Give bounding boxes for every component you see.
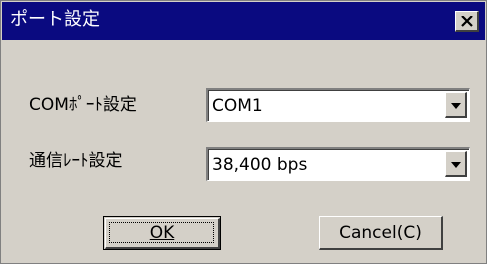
com-port-select[interactable]: COM1 (206, 88, 470, 122)
baud-rate-dropdown-button[interactable] (445, 151, 467, 177)
com-port-value: COM1 (212, 96, 263, 116)
ok-button-label: OK (149, 223, 175, 243)
close-button[interactable] (455, 11, 479, 32)
ok-button[interactable]: OK (103, 216, 221, 250)
chevron-down-icon (450, 154, 462, 173)
cancel-button-label: Cancel(C) (339, 223, 422, 243)
com-port-label: COMﾎﾟｰﾄ設定 (29, 95, 137, 115)
title-bar[interactable]: ポート設定 (2, 2, 485, 40)
com-port-dropdown-button[interactable] (445, 92, 467, 118)
baud-rate-label: 通信ﾚｰﾄ設定 (29, 151, 123, 171)
baud-rate-value: 38,400 bps (212, 155, 308, 175)
chevron-down-icon (450, 95, 462, 114)
cancel-button[interactable]: Cancel(C) (319, 216, 443, 250)
close-icon (460, 15, 473, 27)
baud-rate-select[interactable]: 38,400 bps (206, 147, 470, 181)
window-title: ポート設定 (10, 9, 100, 30)
port-settings-dialog: ポート設定 COMﾎﾟｰﾄ設定 COM1 通信ﾚｰﾄ設定 38,400 bps (0, 0, 487, 264)
